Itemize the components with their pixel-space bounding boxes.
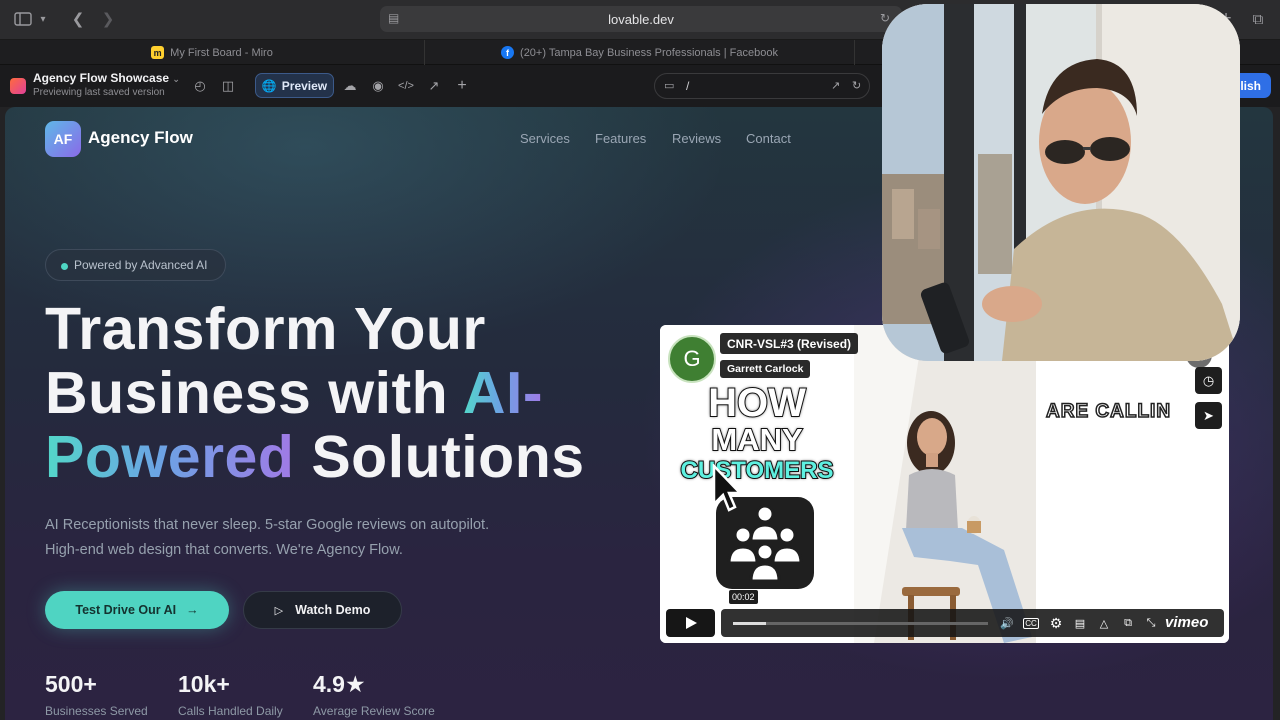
airplay-icon[interactable]: △ xyxy=(1096,615,1112,631)
vimeo-logo[interactable]: vimeo xyxy=(1165,614,1208,631)
avatar[interactable]: G xyxy=(668,335,716,383)
route-bar[interactable]: ▭ / ↗ ↻ xyxy=(654,73,870,99)
preview-button[interactable]: 🌐 Preview xyxy=(255,73,334,98)
stat-value: 4.9★ xyxy=(313,671,366,697)
transcript-icon[interactable]: ▤ xyxy=(1072,615,1088,631)
play-icon: ▷ xyxy=(274,604,284,617)
page-settings-icon[interactable]: ▤ xyxy=(388,11,402,25)
tab-title: My First Board - Miro xyxy=(170,46,273,59)
watch-later-icon[interactable]: ◷ xyxy=(1195,367,1222,394)
nav-contact[interactable]: Contact xyxy=(746,131,791,146)
code-icon[interactable]: </> xyxy=(396,76,416,96)
add-icon[interactable]: + xyxy=(452,76,472,96)
preview-label: Preview xyxy=(281,78,328,93)
webcam-overlay xyxy=(882,4,1240,361)
chevron-down-icon[interactable]: ▾ xyxy=(36,8,50,30)
device-icon[interactable]: ▭ xyxy=(664,79,674,92)
overlay-text-customers: CUSTOMERS xyxy=(680,456,835,485)
site-brand[interactable]: Agency Flow xyxy=(88,128,193,148)
status-dot-icon xyxy=(61,263,68,270)
back-icon[interactable]: ❮ xyxy=(66,8,90,30)
refresh-icon[interactable]: ↻ xyxy=(852,79,861,92)
control-bar: 00:02 🔊 CC ⚙ ▤ △ ⧉ ⤡ vimeo xyxy=(721,590,1224,637)
stat-label: Calls Handled Daily xyxy=(178,704,283,718)
arrow-right-icon: → xyxy=(186,603,199,617)
ai-badge-text: Powered by Advanced AI xyxy=(74,258,208,272)
picture-in-picture-icon[interactable]: ⧉ xyxy=(1120,615,1136,631)
project-name-text: Agency Flow Showcase xyxy=(33,71,170,85)
volume-icon[interactable]: 🔊 xyxy=(999,615,1015,631)
open-external-icon[interactable]: ↗ xyxy=(831,79,840,92)
video-player[interactable]: G CNR-VSL#3 (Revised) Garrett Carlock HO… xyxy=(660,325,1229,643)
play-button[interactable] xyxy=(666,609,715,637)
webcam-presenter-image xyxy=(882,4,1240,361)
tab-title: (20+) Tampa Bay Business Professionals |… xyxy=(520,46,778,59)
test-drive-label: Test Drive Our AI xyxy=(75,603,177,617)
subcopy-line-2: High-end web design that converts. We're… xyxy=(45,542,403,558)
hero-headline: Transform Your Business with AI- Powered… xyxy=(45,297,585,489)
address-bar[interactable]: ▤ lovable.dev ↻ xyxy=(380,6,902,32)
settings-gear-icon[interactable]: ⚙ xyxy=(1048,615,1064,631)
stat-label: Average Review Score xyxy=(313,704,435,718)
analytics-icon[interactable]: ↗ xyxy=(424,76,444,96)
site-logo[interactable]: AF xyxy=(45,121,81,157)
overlay-text-how: HOW xyxy=(707,380,807,426)
project-status: Previewing last saved version xyxy=(33,87,165,98)
video-author[interactable]: Garrett Carlock xyxy=(720,360,811,378)
video-title[interactable]: CNR-VSL#3 (Revised) xyxy=(720,333,859,354)
tab-overview-icon[interactable]: ⧉ xyxy=(1246,8,1270,30)
project-name[interactable]: Agency Flow Showcase ⌄ xyxy=(33,71,180,85)
chevron-down-icon: ⌄ xyxy=(172,74,180,84)
progress-track[interactable] xyxy=(733,622,988,625)
subcopy-line-1: AI Receptionists that never sleep. 5-sta… xyxy=(45,517,490,533)
nav-reviews[interactable]: Reviews xyxy=(672,131,721,146)
overlay-text-partial: ARE CALLIN xyxy=(1045,400,1172,423)
layout-toggle-icon[interactable]: ◫ xyxy=(218,76,238,96)
facebook-icon: f xyxy=(501,46,515,59)
stat-label: Businesses Served xyxy=(45,704,148,718)
stat-value: 10k+ xyxy=(178,671,230,697)
stat-value: 500+ xyxy=(45,671,97,697)
palette-icon[interactable]: ◉ xyxy=(368,76,388,96)
url-text: lovable.dev xyxy=(608,11,674,27)
share-send-icon[interactable]: ➤ xyxy=(1195,402,1222,429)
nav-features[interactable]: Features xyxy=(595,131,646,146)
test-drive-button[interactable]: Test Drive Our AI → xyxy=(45,591,229,629)
time-tooltip: 00:02 xyxy=(729,590,758,604)
presenter-illustration xyxy=(854,325,1036,643)
captions-icon[interactable]: CC xyxy=(1023,618,1039,629)
progress-fill xyxy=(733,622,767,625)
video-frame-image xyxy=(854,325,1036,643)
video-controls: 00:02 🔊 CC ⚙ ▤ △ ⧉ ⤡ vimeo xyxy=(666,590,1224,637)
headline-line-2: Business with AI- xyxy=(45,361,585,425)
route-path: / xyxy=(686,79,690,93)
watch-demo-label: Watch Demo xyxy=(295,603,371,617)
tab-facebook[interactable]: f (20+) Tampa Bay Business Professionals… xyxy=(425,40,855,65)
mouse-cursor-icon xyxy=(712,464,742,512)
fullscreen-icon[interactable]: ⤡ xyxy=(1143,615,1159,631)
miro-icon: m xyxy=(151,46,165,59)
headline-highlight: Powered xyxy=(45,424,295,490)
forward-icon[interactable]: ❯ xyxy=(96,8,120,30)
headline-highlight: AI- xyxy=(462,360,544,426)
sidebar-toggle-icon[interactable] xyxy=(11,8,35,30)
lovable-logo-icon xyxy=(10,78,26,94)
history-icon[interactable]: ◴ xyxy=(190,76,210,96)
ai-badge: Powered by Advanced AI xyxy=(45,249,226,281)
headline-text: Solutions xyxy=(294,424,585,490)
hero-subcopy: AI Receptionists that never sleep. 5-sta… xyxy=(45,513,489,563)
play-icon xyxy=(685,617,697,629)
cloud-icon[interactable]: ☁ xyxy=(340,76,360,96)
headline-line-1: Transform Your xyxy=(45,296,486,362)
nav-services[interactable]: Services xyxy=(520,131,570,146)
overlay-text-many: MANY xyxy=(710,421,803,458)
headline-line-3: Powered Solutions xyxy=(45,425,585,489)
headline-text: Business with xyxy=(45,360,463,426)
watch-demo-button[interactable]: ▷ Watch Demo xyxy=(243,591,402,629)
screen: ▾ ❮ ❯ ▤ lovable.dev ↻ ⇧ + ⧉ m My First B… xyxy=(0,0,1280,720)
tab-miro[interactable]: m My First Board - Miro xyxy=(0,40,425,65)
globe-icon: 🌐 xyxy=(261,78,277,93)
